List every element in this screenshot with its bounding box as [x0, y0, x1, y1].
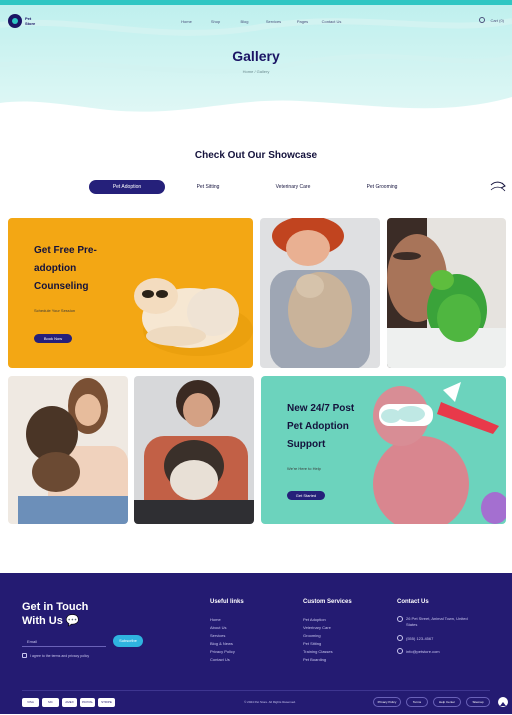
promo2-title-line-2: Pet Adoption — [287, 421, 349, 432]
gallery-photo-woman-cat[interactable] — [260, 218, 380, 368]
logo-text: Pet Store — [25, 16, 36, 26]
woman-with-shihtzu-photo — [134, 376, 254, 524]
tab-pet-sitting[interactable]: Pet Sitting — [178, 180, 238, 194]
contact-phone[interactable]: (555) 123-4567 — [406, 636, 433, 641]
footer-link-about[interactable]: About Us — [210, 625, 226, 630]
tab-veterinary-care[interactable]: Veterinary Care — [258, 180, 328, 194]
gallery-photo-woman-dog[interactable] — [8, 376, 128, 524]
payment-visa: VISA — [22, 698, 39, 707]
payment-amex: AMEX — [62, 698, 77, 707]
book-now-button[interactable]: Book Now — [34, 334, 72, 343]
nav-actions: Cart (0) — [479, 17, 504, 23]
copyright-text: © 2024 Pet Store. All Rights Reserved. — [244, 700, 296, 704]
custom-services-title: Custom Services — [303, 599, 352, 605]
gallery-photo-woman-shihtzu[interactable] — [134, 376, 254, 524]
get-in-touch-line-1: Get in Touch — [22, 601, 89, 613]
footer-link-contact[interactable]: Contact Us — [210, 657, 230, 662]
showcase-heading: Check Out Our Showcase — [194, 150, 318, 161]
man-with-parrot-photo — [387, 218, 506, 368]
promo1-title-line-1: Get Free Pre- — [34, 245, 97, 256]
footer-link-services[interactable]: Services — [210, 633, 225, 638]
promo1-subtitle: Schedule Your Session — [34, 308, 76, 313]
get-started-button[interactable]: Get Started — [287, 491, 325, 500]
promo2-title-line-3: Support — [287, 439, 326, 450]
tab-pet-adoption[interactable]: Pet Adoption — [89, 180, 165, 194]
promo2-subtitle: We're Here to Help — [287, 466, 321, 471]
service-link-veterinary[interactable]: Veterinary Care — [303, 625, 331, 630]
menu-item-blog[interactable]: Blog — [230, 19, 259, 24]
service-link-grooming[interactable]: Grooming — [303, 633, 321, 638]
service-link-adoption[interactable]: Pet Adoption — [303, 617, 326, 622]
woman-with-cat-photo — [260, 218, 380, 368]
menu-item-home[interactable]: Home — [172, 19, 201, 24]
contact-address: 26 Pet Street, Animal Town, United State… — [406, 616, 468, 627]
payment-paypal: PAYPAL — [80, 698, 95, 707]
email-placeholder: Email — [27, 639, 38, 644]
site-logo[interactable]: Pet Store — [8, 14, 41, 28]
bottom-link-terms[interactable]: Terms — [406, 697, 428, 707]
showcase-tabs: Pet Adoption Pet Sitting Veterinary Care… — [88, 180, 488, 194]
payment-stripe: STRIPE — [98, 698, 115, 707]
promo1-title-line-2: adoption — [34, 263, 77, 274]
menu-item-pages[interactable]: Pages — [288, 19, 317, 24]
next-arrow-icon[interactable] — [489, 181, 507, 193]
arrow-up-icon — [500, 702, 506, 706]
useful-links-title: Useful links — [210, 599, 244, 605]
footer-divider — [22, 690, 490, 691]
location-pin-icon — [397, 616, 403, 622]
main-menu: Home Shop Blog Services Pages Contact Us — [172, 19, 346, 24]
consent-text: I agree to the terms and privacy policy — [30, 653, 90, 658]
page-title: Gallery — [232, 48, 280, 64]
phone-icon — [397, 635, 403, 641]
footer-get-in-touch: Get in Touch With Us 💬 — [22, 600, 88, 628]
top-navigation: Pet Store Home Shop Blog Services Pages … — [0, 12, 512, 32]
promo1-title-line-3: Counseling — [34, 281, 89, 292]
payment-mastercard: MC — [42, 698, 59, 707]
breadcrumb: Home / Gallery — [242, 69, 270, 74]
menu-item-shop[interactable]: Shop — [201, 19, 230, 24]
contact-us-title: Contact Us — [397, 599, 429, 605]
promo2-title-line-1: New 24/7 Post — [287, 403, 355, 414]
footer-link-home[interactable]: Home — [210, 617, 221, 622]
bottom-link-sitemap[interactable]: Sitemap — [466, 697, 490, 707]
contact-email[interactable]: info@petstore.com — [406, 649, 440, 654]
subscribe-button[interactable]: Subscribe — [113, 635, 143, 647]
email-icon — [397, 648, 403, 654]
service-link-sitting[interactable]: Pet Sitting — [303, 641, 321, 646]
service-link-training[interactable]: Training Classes — [303, 649, 333, 654]
get-in-touch-line-2: With Us 💬 — [22, 615, 80, 627]
consent-row: I agree to the terms and privacy policy — [22, 653, 89, 658]
email-field[interactable]: Email — [22, 636, 106, 647]
menu-item-contact[interactable]: Contact Us — [317, 19, 346, 24]
woman-with-dog-photo — [8, 376, 128, 524]
footer-link-blog[interactable]: Blog & News — [210, 641, 233, 646]
promo1-title: Get Free Pre- adoption Counseling — [34, 242, 97, 296]
promo2-title: New 24/7 Post Pet Adoption Support — [287, 400, 354, 454]
tab-pet-grooming[interactable]: Pet Grooming — [350, 180, 414, 194]
scroll-to-top-icon[interactable] — [498, 697, 508, 707]
consent-checkbox[interactable] — [22, 653, 27, 658]
service-link-boarding[interactable]: Pet Boarding — [303, 657, 326, 662]
gallery-photo-man-parrot[interactable] — [387, 218, 506, 368]
logo-paw-icon — [8, 14, 22, 28]
site-footer: Get in Touch With Us 💬 Email Subscribe I… — [0, 573, 512, 714]
cart-link[interactable]: Cart (0) — [490, 18, 504, 23]
menu-item-services[interactable]: Services — [259, 19, 288, 24]
bottom-link-privacy[interactable]: Privacy Policy — [373, 697, 401, 707]
search-icon[interactable] — [479, 17, 486, 23]
bottom-link-help[interactable]: Help Center — [433, 697, 461, 707]
footer-link-privacy[interactable]: Privacy Policy — [210, 649, 235, 654]
